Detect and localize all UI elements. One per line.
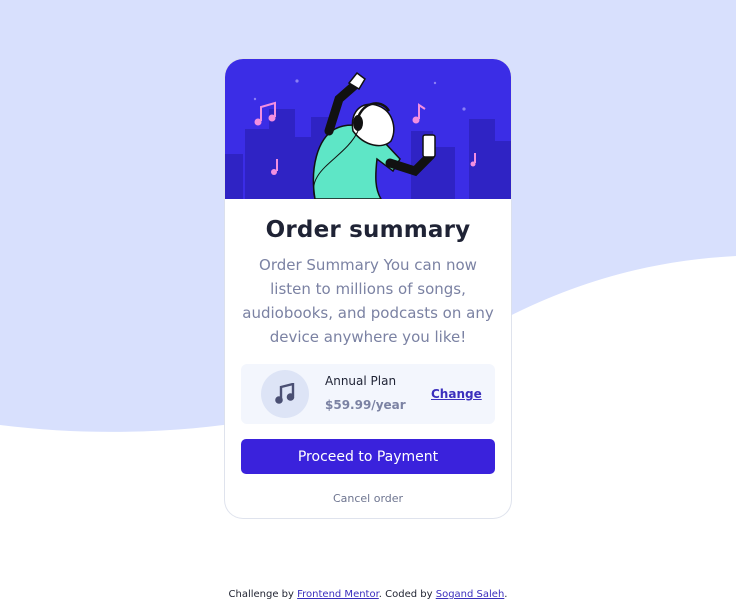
cancel-order-button[interactable]: Cancel order bbox=[225, 492, 511, 505]
footer-prefix: Challenge by bbox=[228, 589, 298, 600]
proceed-to-payment-button[interactable]: Proceed to Payment bbox=[241, 439, 495, 474]
music-note-icon bbox=[261, 370, 309, 418]
hero-illustration bbox=[225, 59, 511, 199]
summary-description: Order Summary You can now listen to mill… bbox=[242, 256, 494, 346]
change-plan-link[interactable]: Change bbox=[431, 387, 482, 401]
plan-price: $59.99/year bbox=[325, 398, 406, 412]
order-summary-card: Order summary Order Summary You can now … bbox=[225, 59, 511, 518]
plan-name: Annual Plan bbox=[325, 374, 397, 388]
footer-suffix: . bbox=[504, 589, 508, 600]
attribution-footer: Challenge by Frontend Mentor. Coded by S… bbox=[0, 589, 736, 600]
page-title: Order summary bbox=[265, 217, 471, 243]
footer-middle: . Coded by bbox=[378, 589, 436, 600]
plan-panel: Annual Plan $59.99/year Change bbox=[241, 364, 495, 424]
author-link[interactable]: Sogand Saleh bbox=[436, 589, 505, 600]
frontend-mentor-link[interactable]: Frontend Mentor bbox=[297, 589, 379, 600]
